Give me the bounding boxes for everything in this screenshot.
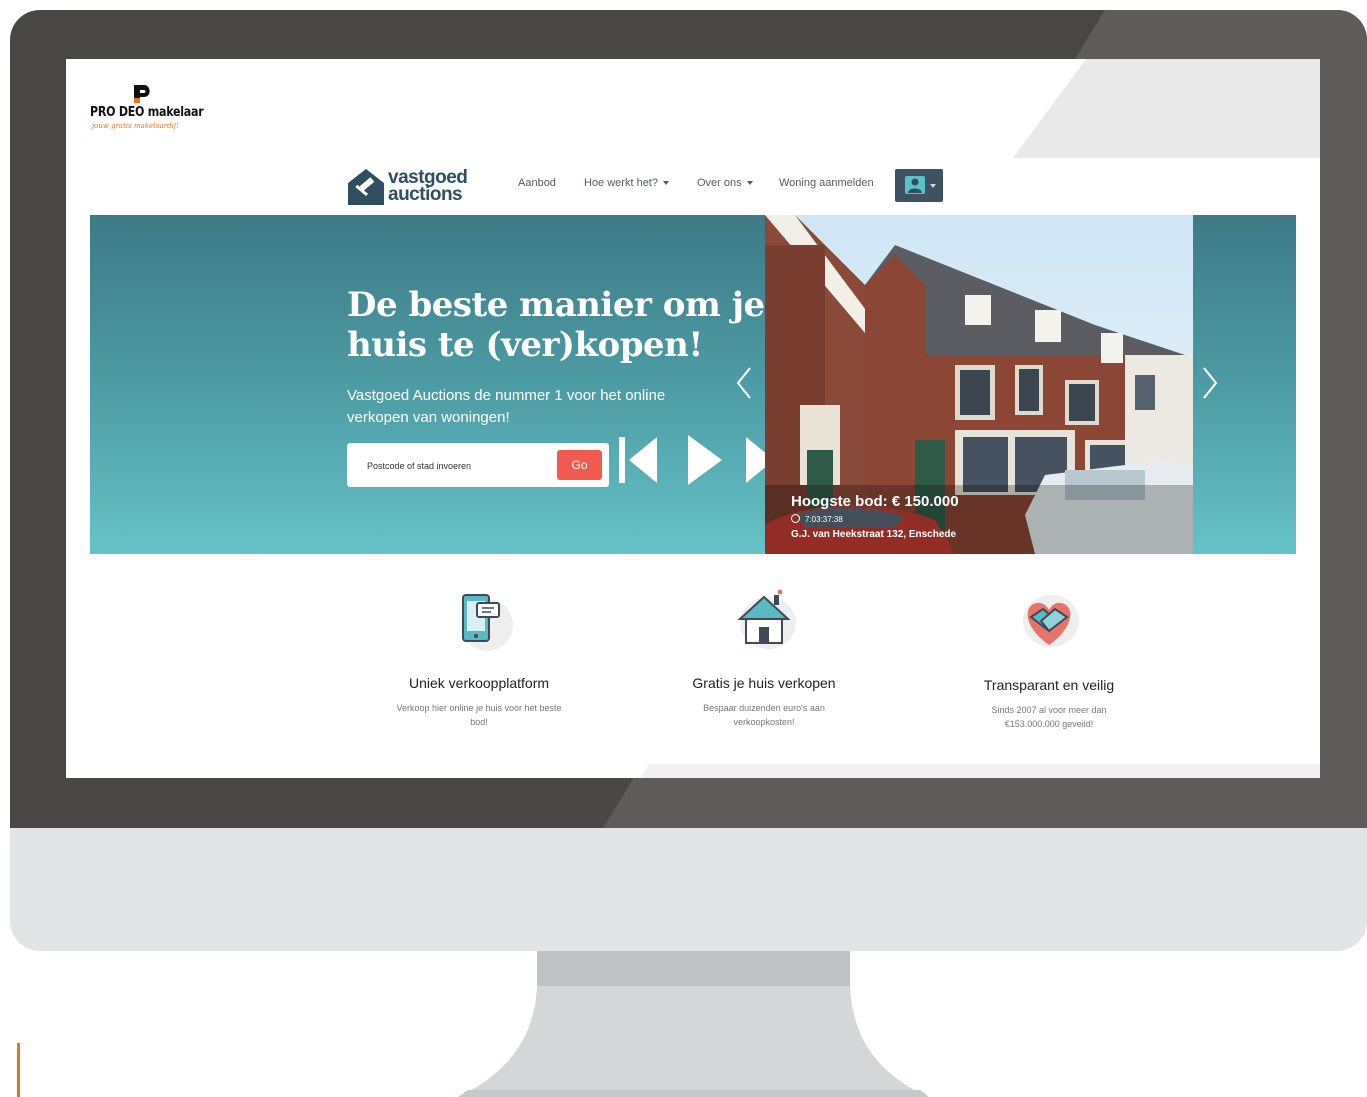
- screen: PRO DEO makelaar jouw gratis makelaardij…: [66, 59, 1320, 778]
- nav-hoe-werkt-het[interactable]: Hoe werkt het?: [584, 177, 669, 189]
- prodeo-name: PRO DEO makelaar: [90, 105, 204, 120]
- nav-aanbod-label: Aanbod: [518, 177, 556, 189]
- play-icon[interactable]: [684, 435, 734, 485]
- hero-title: De beste manier om je huis te (ver)kopen…: [347, 285, 765, 365]
- clock-icon: [791, 514, 800, 523]
- nav-over-ons[interactable]: Over ons: [697, 177, 753, 189]
- user-icon: [905, 176, 925, 194]
- listing-timer-value: 7:03:37:38: [805, 515, 843, 524]
- nav-woning-aanmelden-label: Woning aanmelden: [779, 177, 874, 189]
- nav-woning-aanmelden[interactable]: Woning aanmelden: [779, 177, 874, 189]
- feature-text: Verkoop hier online je huis voor het bes…: [396, 703, 562, 727]
- user-menu-button[interactable]: [895, 169, 943, 202]
- nav-aanbod[interactable]: Aanbod: [518, 177, 556, 189]
- hero-subtitle: Vastgoed Auctions de nummer 1 voor het o…: [347, 387, 666, 426]
- listing-timer: 7:03:37:38: [791, 514, 843, 524]
- feature-free-selling: Gratis je huis verkopen Bespaar duizende…: [644, 587, 884, 729]
- navbar: vastgoed auctions Aanbod Hoe werkt het? …: [90, 157, 1296, 215]
- vastgoed-auctions-logo[interactable]: vastgoed auctions: [346, 167, 476, 207]
- handshake-heart-icon: [1023, 595, 1079, 647]
- search-box: Go: [347, 443, 609, 487]
- feature-transparent-safe: Transparant en veilig Sinds 2007 al voor…: [929, 587, 1169, 731]
- listing-photo[interactable]: Hoogste bod: € 150.000 7:03:37:38 G.J. v…: [765, 215, 1193, 554]
- feature-title: Transparant en veilig: [983, 677, 1115, 693]
- chevron-right-icon[interactable]: [1200, 365, 1220, 401]
- logo-word-auctions: auctions: [388, 184, 463, 205]
- house-icon: [737, 589, 796, 649]
- hero-banner: De beste manier om je huis te (ver)kopen…: [90, 215, 1296, 554]
- gavel-logo-icon: [348, 169, 384, 205]
- listing-highest-bid: Hoogste bod: € 150.000: [791, 493, 959, 510]
- caret-down-icon: [930, 184, 936, 188]
- nav-hoe-werkt-het-label: Hoe werkt het?: [584, 177, 658, 189]
- go-button[interactable]: Go: [557, 450, 602, 480]
- nav-over-ons-label: Over ons: [697, 177, 742, 189]
- listing-address: G.J. van Heekstraat 132, Enschede: [791, 529, 957, 540]
- feature-text: Sinds 2007 al voor meer dan €153.000.000…: [991, 705, 1107, 729]
- prodeo-logo[interactable]: PRO DEO makelaar jouw gratis makelaardij…: [90, 83, 210, 133]
- feature-title: Gratis je huis verkopen: [692, 675, 836, 691]
- postcode-search-input[interactable]: [365, 456, 549, 476]
- prodeo-tagline: jouw gratis makelaardij!: [92, 122, 179, 130]
- caret-down-icon: [662, 181, 669, 186]
- feature-text: Bespaar duizenden euro's aan verkoopkost…: [703, 703, 825, 727]
- phone-chat-icon: [461, 594, 513, 651]
- feature-unique-platform: Uniek verkoopplatform Verkoop hier onlin…: [359, 587, 599, 729]
- caret-down-icon: [746, 181, 753, 186]
- accent-line: [17, 1043, 20, 1097]
- prodeo-mark-icon: [134, 85, 150, 103]
- chevron-left-icon[interactable]: [734, 365, 754, 401]
- previous-track-icon[interactable]: [617, 435, 667, 485]
- feature-title: Uniek verkoopplatform: [408, 675, 550, 691]
